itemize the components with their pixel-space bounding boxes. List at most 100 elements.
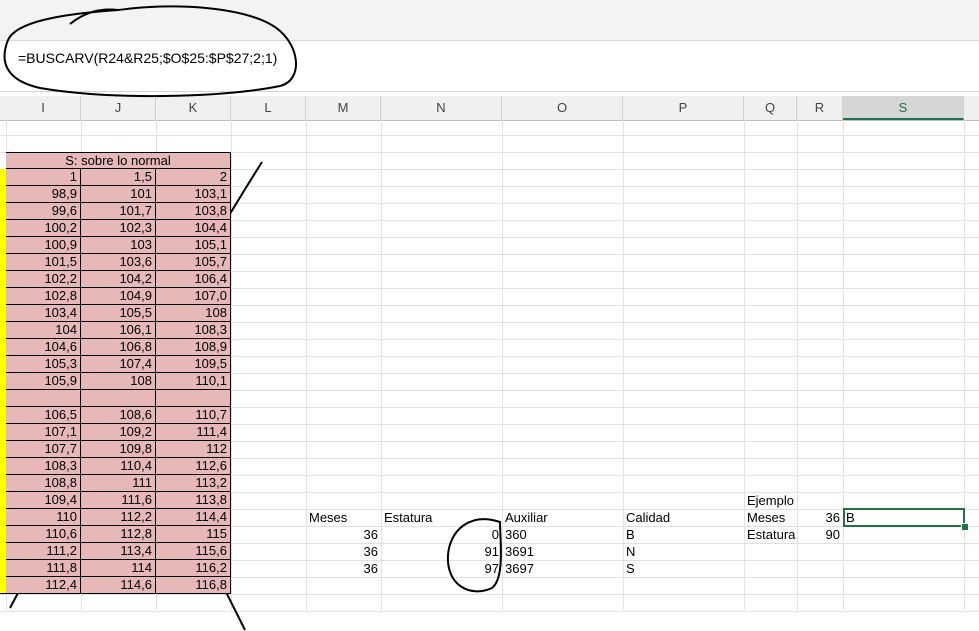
column-header-r[interactable]: R: [797, 96, 843, 120]
table-cell[interactable]: 102,8: [6, 288, 81, 305]
table-cell[interactable]: 108,3: [6, 458, 81, 475]
table-cell[interactable]: 111,2: [6, 543, 81, 560]
table-cell[interactable]: 106,8: [81, 339, 156, 356]
table-cell[interactable]: 104,6: [6, 339, 81, 356]
lookup-estatura[interactable]: 97: [381, 560, 502, 577]
table-cell[interactable]: 112: [156, 441, 231, 458]
table-cell[interactable]: 105,1: [156, 237, 231, 254]
table-cell[interactable]: 103,8: [156, 203, 231, 220]
table-cell[interactable]: 108,8: [6, 475, 81, 492]
table-cell[interactable]: [156, 390, 231, 407]
table-cell[interactable]: 103: [81, 237, 156, 254]
header-meses[interactable]: Meses: [306, 509, 381, 526]
table-cell[interactable]: 99,6: [6, 203, 81, 220]
table-cell[interactable]: 102,3: [81, 220, 156, 237]
column-header-j[interactable]: J: [81, 96, 156, 120]
column-header-l[interactable]: L: [231, 96, 306, 120]
formula-bar[interactable]: [0, 40, 979, 92]
column-header-i[interactable]: I: [6, 96, 81, 120]
table-cell[interactable]: 108: [81, 373, 156, 390]
table-cell[interactable]: 112,2: [81, 509, 156, 526]
table-cell[interactable]: 98,9: [6, 186, 81, 203]
table-cell[interactable]: 111,4: [156, 424, 231, 441]
table-cell[interactable]: 114,6: [81, 577, 156, 594]
table-cell[interactable]: 110: [6, 509, 81, 526]
ejemplo-estatura-value[interactable]: 90: [797, 526, 843, 543]
column-header-m[interactable]: M: [306, 96, 381, 120]
table-cell[interactable]: 114: [81, 560, 156, 577]
table-cell[interactable]: 107,1: [6, 424, 81, 441]
table-cell[interactable]: 102,2: [6, 271, 81, 288]
table-cell[interactable]: 103,4: [6, 305, 81, 322]
table-cell[interactable]: 112,8: [81, 526, 156, 543]
table-cell[interactable]: 116,2: [156, 560, 231, 577]
table-cell[interactable]: 104,4: [156, 220, 231, 237]
column-header-p[interactable]: P: [623, 96, 744, 120]
header-calidad[interactable]: Calidad: [623, 509, 744, 526]
table-cell[interactable]: 109,8: [81, 441, 156, 458]
table-cell[interactable]: 104,2: [81, 271, 156, 288]
ejemplo-meses-value[interactable]: 36: [797, 509, 843, 526]
lookup-estatura[interactable]: 91: [381, 543, 502, 560]
table-cell[interactable]: 110,6: [6, 526, 81, 543]
table-cell[interactable]: 105,5: [81, 305, 156, 322]
column-header-q[interactable]: Q: [744, 96, 797, 120]
lookup-calidad[interactable]: N: [623, 543, 744, 560]
table-cell[interactable]: 113,4: [81, 543, 156, 560]
table-cell[interactable]: 113,2: [156, 475, 231, 492]
table-cell[interactable]: 112,4: [6, 577, 81, 594]
table-cell[interactable]: 101,5: [6, 254, 81, 271]
lookup-auxiliar[interactable]: 360: [502, 526, 623, 543]
lookup-meses[interactable]: 36: [306, 560, 381, 577]
table-cell[interactable]: 108,6: [81, 407, 156, 424]
table-cell[interactable]: 104,9: [81, 288, 156, 305]
lookup-meses[interactable]: 36: [306, 543, 381, 560]
table-cell[interactable]: 100,2: [6, 220, 81, 237]
table-cell[interactable]: 106,5: [6, 407, 81, 424]
table-cell[interactable]: 113,8: [156, 492, 231, 509]
table-cell[interactable]: 114,4: [156, 509, 231, 526]
lookup-estatura[interactable]: 0: [381, 526, 502, 543]
table-cell[interactable]: 106,4: [156, 271, 231, 288]
table-cell[interactable]: 2: [156, 169, 231, 186]
table-cell[interactable]: 107,7: [6, 441, 81, 458]
table-cell[interactable]: 110,4: [81, 458, 156, 475]
table-cell[interactable]: 105,7: [156, 254, 231, 271]
table-cell[interactable]: 107,4: [81, 356, 156, 373]
lookup-auxiliar[interactable]: 3691: [502, 543, 623, 560]
header-auxiliar[interactable]: Auxiliar: [502, 509, 623, 526]
active-cell-selection[interactable]: [843, 508, 965, 527]
table-cell[interactable]: 111,6: [81, 492, 156, 509]
table-cell[interactable]: 108,3: [156, 322, 231, 339]
table-cell[interactable]: 101: [81, 186, 156, 203]
table-cell[interactable]: 103,1: [156, 186, 231, 203]
column-header-n[interactable]: N: [381, 96, 502, 120]
table-cell[interactable]: [6, 390, 81, 407]
table-cell[interactable]: 109,5: [156, 356, 231, 373]
table-cell[interactable]: 108: [156, 305, 231, 322]
header-estatura[interactable]: Estatura: [381, 509, 502, 526]
table-cell[interactable]: 100,9: [6, 237, 81, 254]
lookup-calidad[interactable]: S: [623, 560, 744, 577]
column-header-k[interactable]: K: [156, 96, 231, 120]
table-cell[interactable]: 115: [156, 526, 231, 543]
table-cell[interactable]: 101,7: [81, 203, 156, 220]
fill-handle[interactable]: [961, 523, 969, 531]
column-header-o[interactable]: O: [502, 96, 623, 120]
column-header-s[interactable]: S: [843, 96, 964, 120]
ejemplo-meses-label[interactable]: Meses: [744, 509, 797, 526]
table-cell[interactable]: 105,9: [6, 373, 81, 390]
lookup-meses[interactable]: 36: [306, 526, 381, 543]
table-cell[interactable]: 105,3: [6, 356, 81, 373]
lookup-auxiliar[interactable]: 3697: [502, 560, 623, 577]
table-cell[interactable]: 1: [6, 169, 81, 186]
table-cell[interactable]: 116,8: [156, 577, 231, 594]
ejemplo-estatura-label[interactable]: Estatura: [744, 526, 797, 543]
table-cell[interactable]: 1,5: [81, 169, 156, 186]
formula-text[interactable]: =BUSCARV(R24&R25;$O$25:$P$27;2;1): [18, 50, 277, 66]
table-cell[interactable]: 106,1: [81, 322, 156, 339]
table-cell[interactable]: 115,6: [156, 543, 231, 560]
table-cell[interactable]: 103,6: [81, 254, 156, 271]
table-cell[interactable]: 111,8: [6, 560, 81, 577]
table-cell[interactable]: 108,9: [156, 339, 231, 356]
